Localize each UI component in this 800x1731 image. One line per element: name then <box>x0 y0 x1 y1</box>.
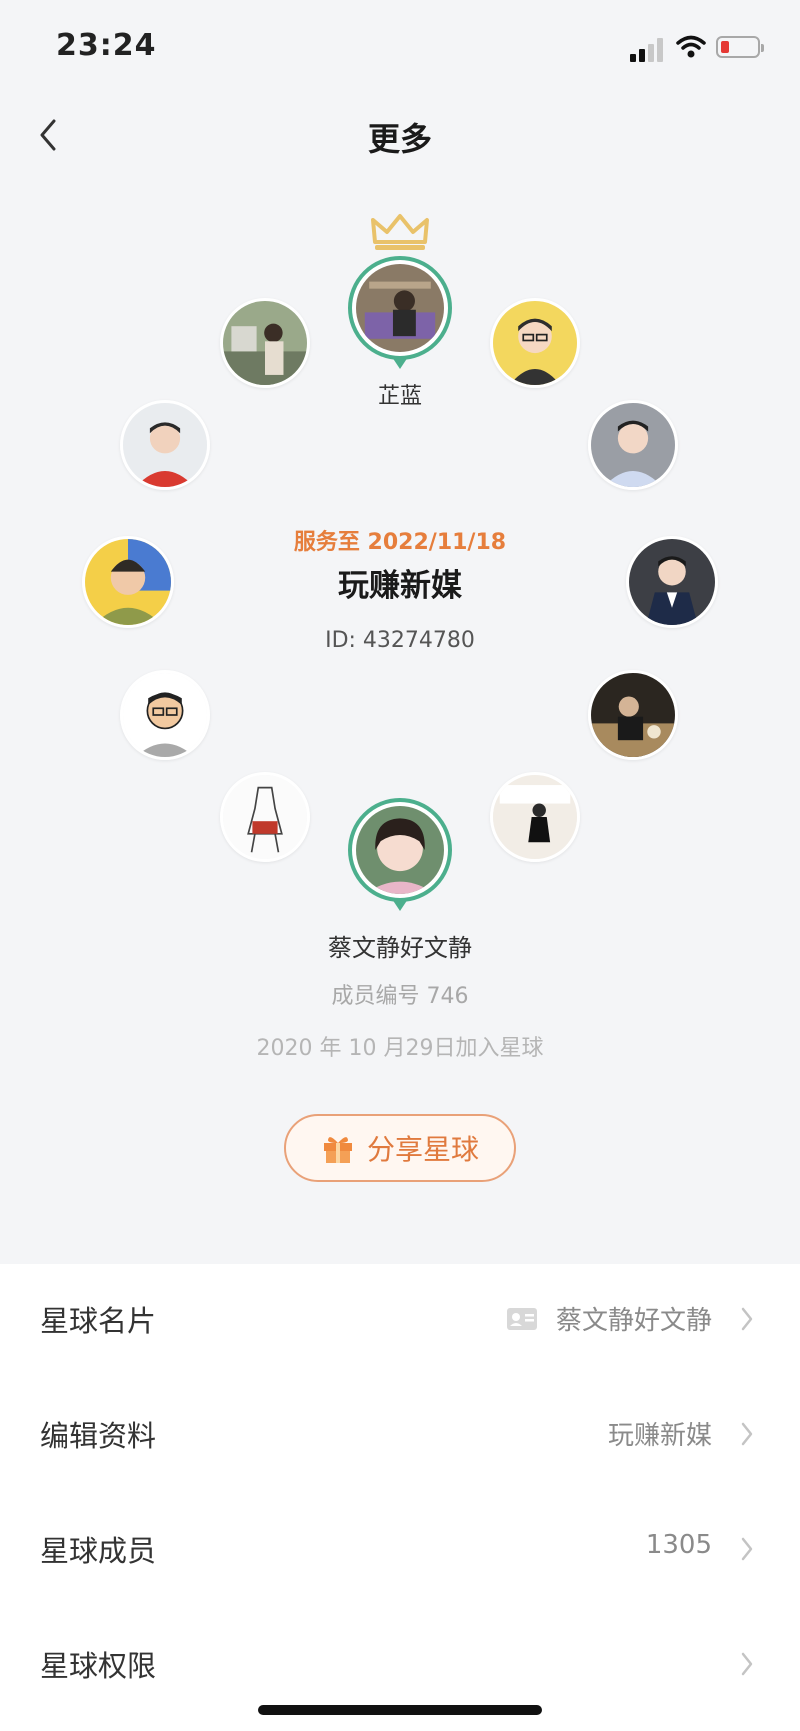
nav-bar: 更多 <box>0 90 800 180</box>
chevron-right-icon <box>741 1422 753 1446</box>
member-name: 蔡文静好文静 <box>328 934 472 962</box>
page-title: 更多 <box>367 120 432 158</box>
owner-name: 芷蓝 <box>377 384 422 409</box>
avatar[interactable] <box>220 772 310 862</box>
avatar[interactable] <box>120 400 210 490</box>
planet-id: ID: 43274780 <box>325 628 475 653</box>
crown-icon <box>371 214 429 250</box>
menu-item-label: 星球权限 <box>40 1649 157 1683</box>
gift-icon <box>323 1137 352 1163</box>
chevron-right-icon <box>741 1652 753 1676</box>
id-card-icon <box>506 1307 537 1330</box>
menu-item-label: 星球成员 <box>40 1534 157 1568</box>
signal-icon <box>630 38 666 62</box>
avatar[interactable] <box>588 670 678 760</box>
battery-icon <box>716 36 764 58</box>
share-label: 分享星球 <box>366 1133 479 1166</box>
member-avatar[interactable] <box>348 798 452 911</box>
avatar[interactable] <box>588 400 678 490</box>
join-date: 2020 年 10 月29日加入星球 <box>256 1036 544 1061</box>
status-time: 23:24 <box>56 28 157 63</box>
menu-item-value-wrap: 蔡文静好文静 <box>506 1300 712 1337</box>
settings-list: 星球名片 蔡文静好文静 编辑资料 玩赚新媒 星球成员 1305 星球权限 <box>0 1264 800 1731</box>
chevron-right-icon <box>741 1537 753 1561</box>
avatar[interactable] <box>490 298 580 388</box>
menu-item-value: 玩赚新媒 <box>607 1421 712 1451</box>
home-indicator <box>258 1705 542 1715</box>
service-expiry: 服务至 2022/11/18 <box>293 530 507 555</box>
menu-item-value: 1305 <box>645 1530 712 1560</box>
menu-item-value: 蔡文静好文静 <box>555 1306 712 1336</box>
share-planet-button[interactable]: 分享星球 <box>284 1114 516 1182</box>
menu-item-edit-profile[interactable]: 编辑资料 玩赚新媒 <box>0 1379 800 1494</box>
menu-item-label: 星球名片 <box>40 1304 157 1338</box>
wifi-icon <box>676 35 706 58</box>
owner-avatar[interactable] <box>348 256 452 369</box>
member-number: 成员编号 746 <box>331 984 469 1009</box>
menu-item-planet-card[interactable]: 星球名片 蔡文静好文静 <box>0 1264 800 1379</box>
menu-item-label: 编辑资料 <box>40 1419 157 1453</box>
avatar[interactable] <box>220 298 310 388</box>
chevron-right-icon <box>741 1307 753 1331</box>
planet-name: 玩赚新媒 <box>338 568 462 604</box>
menu-item-members[interactable]: 星球成员 1305 <box>0 1494 800 1609</box>
avatar[interactable] <box>490 772 580 862</box>
status-bar: 23:24 <box>0 0 800 90</box>
avatar[interactable] <box>120 670 210 760</box>
